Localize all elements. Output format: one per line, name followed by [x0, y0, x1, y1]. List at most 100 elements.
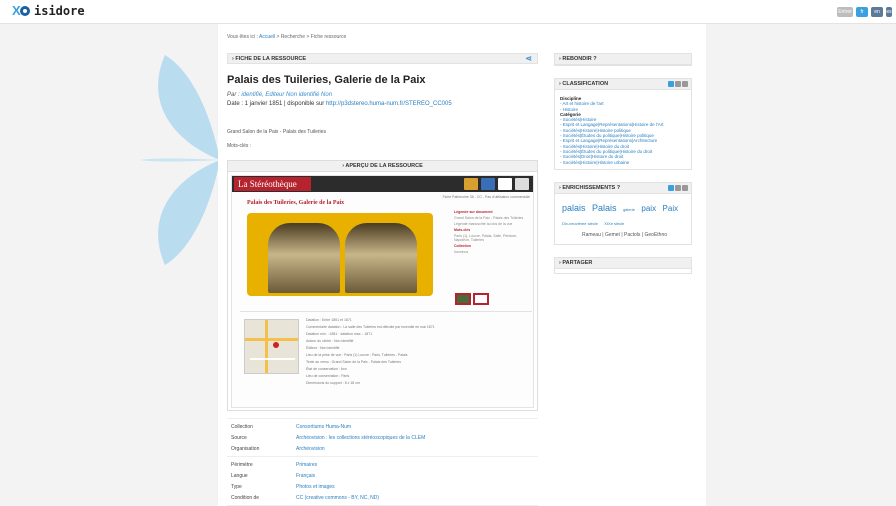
right-background	[706, 24, 896, 506]
help-icon[interactable]	[668, 81, 674, 87]
metadata-line: Éditeur : Non identifié	[306, 346, 340, 350]
partner-logo-icon[interactable]	[515, 178, 529, 190]
info-value-link[interactable]: Archéovision : les collections stéréosco…	[296, 435, 425, 441]
topbar-button-2[interactable]: en	[871, 7, 883, 17]
main-page: Vous êtes ici : Accueil > Recherche > Fi…	[218, 24, 706, 506]
preview-thumbnails	[455, 293, 489, 305]
preview-license: Fiche Patrimoine 36 - CC - Pas d'utilisa…	[442, 195, 530, 199]
classification-header: › CLASSIFICATION	[555, 79, 691, 90]
topbar-button-3[interactable]: es	[886, 7, 892, 17]
fiche-header-label: › FICHE DE LA RESSOURCE	[232, 56, 307, 62]
decorative-flower-shape	[140, 55, 220, 265]
metadata-line: Lieu de conservation : Paris	[306, 374, 350, 378]
resource-authors: Par : identifié, Editeur Non identifié N…	[227, 92, 538, 98]
stereo-left-image	[268, 223, 340, 293]
stereotheque-icons	[464, 178, 529, 190]
partager-header[interactable]: › PARTAGER	[555, 257, 691, 269]
preview-title: Palais des Tuileries, Galerie de la Paix	[247, 200, 345, 206]
info-row: Type Photos et images	[227, 481, 538, 492]
panel-controls	[668, 184, 688, 191]
breadcrumb-search[interactable]: Recherche	[281, 34, 305, 40]
breadcrumb-separator: >	[276, 34, 280, 40]
breadcrumb-current: Fiche ressource	[310, 34, 347, 40]
info-key: Organisation	[231, 445, 260, 452]
info-value-link[interactable]: Archéovision	[296, 446, 325, 452]
breadcrumb: Vous êtes ici : Accueil > Recherche > Fi…	[227, 34, 346, 40]
breadcrumb-home-link[interactable]: Accueil	[259, 34, 275, 40]
info-group: Périmètre Primaires Langue Français Type Phot…	[227, 457, 538, 506]
partager-panel: › PARTAGER	[554, 256, 692, 274]
info-key: Condition de	[231, 494, 260, 501]
tag-link[interactable]: Palais	[592, 203, 617, 213]
info-group: Collection Consortiums Huma-Num Source Arch…	[227, 419, 538, 457]
preview-section: › APERÇU DE LA RESSOURCE La Stéréothèque…	[227, 160, 538, 411]
info-value-link[interactable]: Consortiums Huma-Num	[296, 424, 351, 430]
share-icon[interactable]: ⋖	[525, 54, 532, 64]
panel-controls	[668, 81, 688, 87]
resource-description: Grand Salon de la Paix - Palais des Tuil…	[227, 129, 326, 135]
preview-side-line: Légende sur document	[454, 210, 493, 214]
authors-label: Par :	[227, 92, 240, 98]
cnrs-logo-icon[interactable]	[481, 178, 495, 190]
resource-column: › FICHE DE LA RESSOURCE ⋖ Palais des Tui…	[227, 53, 538, 506]
preview-side-line: Grand Salon de la Paix - Palais des Tuil…	[454, 216, 524, 220]
topbar-button-0[interactable]: Entrer	[837, 7, 853, 17]
thumbnail-back[interactable]	[473, 293, 489, 305]
info-value-link[interactable]: CC (creative commons - BY, NC, ND)	[296, 495, 379, 501]
info-value-link[interactable]: Primaires	[296, 462, 317, 468]
partner-logo-icon[interactable]	[464, 178, 478, 190]
tag-link[interactable]: Dix-neuvième siècle	[562, 221, 598, 226]
map-marker-icon	[273, 342, 279, 348]
breadcrumb-prefix: Vous êtes ici :	[227, 34, 258, 40]
stereotheque-brand[interactable]: La Stéréothèque	[234, 177, 311, 191]
expand-icon[interactable]	[675, 81, 681, 87]
close-icon[interactable]	[682, 184, 688, 191]
authors-link[interactable]: identifié, Editeur Non identifié Non	[241, 92, 332, 98]
info-row: Langue Français	[227, 470, 538, 481]
classification-title: › CLASSIFICATION	[559, 81, 609, 87]
metadata-line: Texte au verso : Grand Salon de la Paix …	[306, 360, 401, 364]
preview-side-line: Paris (1), Louvre, Palais, Salle, Peintu…	[454, 234, 518, 242]
keywords-label: Mots-clés :	[227, 143, 252, 149]
expand-icon[interactable]	[675, 184, 681, 191]
thumbnail-front[interactable]	[455, 293, 471, 305]
preview-frame[interactable]: La Stéréothèque Fiche Patrimoine 36 - CC…	[231, 175, 534, 408]
partner-logo-icon[interactable]	[498, 178, 512, 190]
tag-link[interactable]: paix	[641, 204, 656, 213]
metadata-line: Auteur du cliché : Non identifié	[306, 339, 354, 343]
close-icon[interactable]	[682, 81, 688, 87]
topbar-actions: Entrer fr en es	[837, 7, 892, 17]
rebondir-header[interactable]: › REBONDIR ?	[555, 54, 691, 65]
isidore-logo[interactable]: X isidore	[12, 4, 85, 19]
app-name: isidore	[34, 4, 85, 18]
tag-link[interactable]: galerie	[623, 207, 635, 212]
tag-link[interactable]: Paix	[663, 204, 679, 213]
info-row: Source Archéovision : les collections sté…	[227, 432, 538, 443]
tag-link[interactable]: XIXe siècle	[604, 221, 624, 226]
resource-info-table: Collection Consortiums Huma-Num Source Arch…	[227, 418, 538, 506]
info-row: Périmètre Primaires	[227, 459, 538, 470]
info-value-link[interactable]: Français	[296, 473, 315, 479]
classification-item-link[interactable]: - Sociétés|Histoire|Histoire urbaine	[560, 160, 686, 165]
info-value-link[interactable]: Photos et images	[296, 484, 335, 490]
preview-side-info: Légende sur document Grand Salon de la Pa…	[454, 210, 529, 256]
date-label: Date : 1 janvier 1851 | disponible sur	[227, 101, 325, 107]
tag-cloud-words: palais Palais galerie paix Paix Dix-neuv…	[562, 201, 687, 229]
location-map[interactable]	[244, 319, 299, 374]
tag-link[interactable]: palais	[562, 203, 586, 213]
tag-cloud: palais Palais galerie paix Paix Dix-neuv…	[555, 194, 691, 244]
topbar-button-1[interactable]: fr	[856, 7, 868, 17]
info-key: Langue	[231, 472, 248, 479]
preview-side-line: Collection	[454, 244, 471, 248]
help-icon[interactable]	[668, 184, 674, 191]
stereo-photograph[interactable]	[247, 213, 433, 296]
preview-metadata: Datation : Entre 1851 et 1871 Commentaire…	[240, 311, 532, 385]
enrichissements-panel: › ENRICHISSEMENTS ? palais Palais galeri…	[554, 181, 692, 245]
breadcrumb-separator: >	[306, 34, 310, 40]
metadata-lines: Datation : Entre 1851 et 1871 Commentaire…	[306, 318, 435, 388]
thesaurus-links[interactable]: Rameau | Gemet | Pactols | GeoEthno	[562, 230, 687, 240]
classification-panel: › CLASSIFICATION Discipline - Art et hist…	[554, 78, 692, 170]
resource-url-link[interactable]: http://p3dstereo.huma-num.fr/STEREO_CC00…	[326, 101, 452, 107]
info-row: Condition de CC (creative commons - BY, N…	[227, 492, 538, 503]
top-navigation-bar: X isidore Entrer fr en es	[0, 0, 896, 24]
